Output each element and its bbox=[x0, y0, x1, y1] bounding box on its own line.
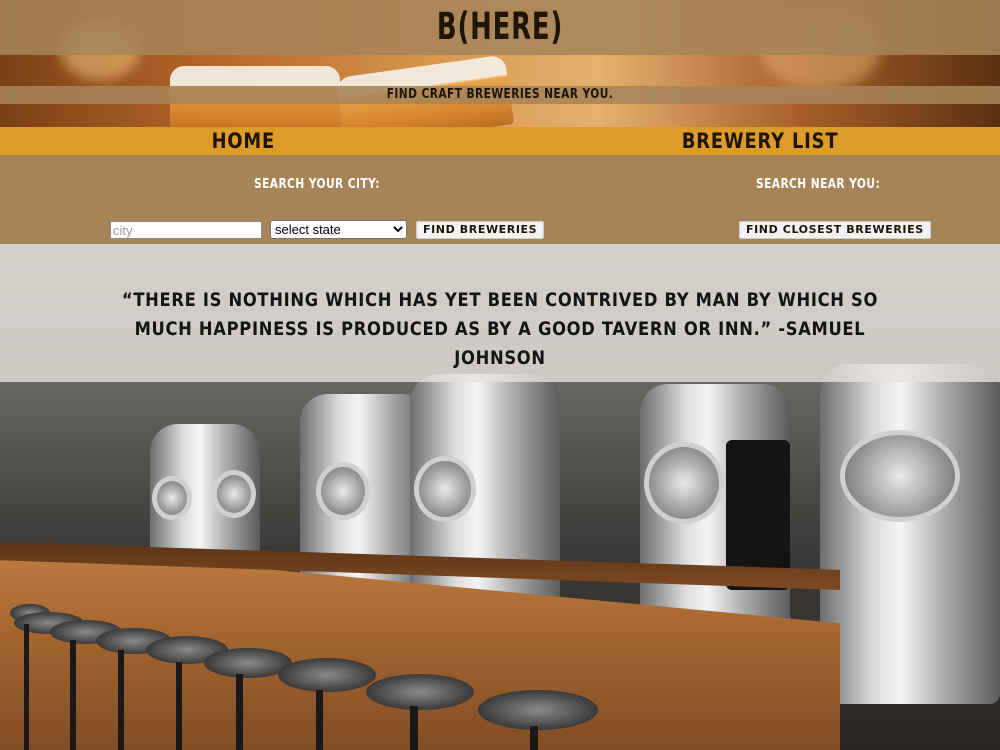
main-nav: HOME BREWERY LIST bbox=[0, 127, 1000, 155]
search-near-label: SEARCH NEAR YOU: bbox=[756, 177, 881, 192]
nav-brewery-list-link[interactable]: BREWERY LIST bbox=[682, 127, 839, 155]
nav-home-link[interactable]: HOME bbox=[212, 127, 275, 155]
hero-banner: B(HERE) FIND CRAFT BREWERIES NEAR YOU. bbox=[0, 0, 1000, 127]
city-input[interactable] bbox=[110, 221, 262, 239]
quote-text: “THERE IS NOTHING WHICH HAS YET BEEN CON… bbox=[121, 289, 879, 369]
search-panel: SEARCH YOUR CITY: select state FIND BREW… bbox=[0, 155, 1000, 244]
state-select[interactable]: select state bbox=[270, 220, 407, 239]
site-logo[interactable]: B(HERE) bbox=[110, 0, 890, 55]
find-breweries-button[interactable]: FIND BREWERIES bbox=[416, 221, 545, 239]
find-closest-breweries-button[interactable]: FIND CLOSEST BREWERIES bbox=[739, 221, 931, 239]
search-city-label: SEARCH YOUR CITY: bbox=[254, 177, 380, 192]
tagline: FIND CRAFT BREWERIES NEAR YOU. bbox=[386, 87, 614, 102]
